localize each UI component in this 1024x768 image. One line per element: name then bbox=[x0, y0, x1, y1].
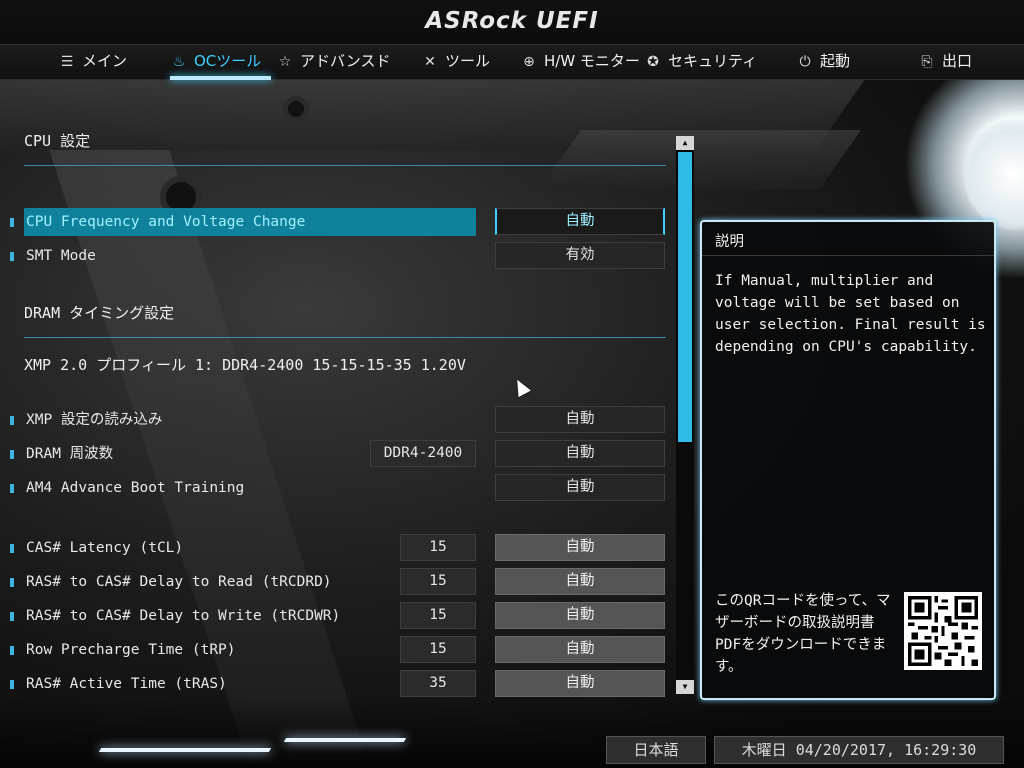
setting-row-xmp-load[interactable]: XMP 設定の読み込み 自動 bbox=[10, 406, 670, 434]
description-title: 説明 bbox=[702, 222, 994, 256]
setting-value-dropdown[interactable]: 有効 bbox=[495, 242, 665, 269]
section-title-cpu: CPU 設定 bbox=[24, 132, 91, 150]
scroll-down-icon[interactable]: ▼ bbox=[676, 680, 694, 694]
setting-value-dropdown[interactable]: 自動 bbox=[495, 602, 665, 629]
current-value: DDR4-2400 bbox=[370, 440, 476, 467]
bullet-icon bbox=[10, 450, 14, 459]
datetime-display: 木曜日 04/20/2017, 16:29:30 bbox=[714, 736, 1004, 764]
divider bbox=[24, 337, 666, 338]
section-title-dram: DRAM タイミング設定 bbox=[24, 304, 175, 322]
tools-icon: ✕ bbox=[424, 54, 436, 70]
exit-door-icon: ⎘ bbox=[921, 54, 933, 70]
bullet-icon bbox=[10, 646, 14, 655]
setting-label: RAS# to CAS# Delay to Write (tRCDWR) bbox=[26, 608, 341, 624]
setting-label: DRAM 周波数 bbox=[26, 446, 114, 462]
setting-row-tcl[interactable]: CAS# Latency (tCL) 15 自動 bbox=[10, 534, 670, 562]
setting-row-am4-boot-training[interactable]: AM4 Advance Boot Training 自動 bbox=[10, 474, 670, 502]
tab-main[interactable]: ☰ メイン bbox=[58, 45, 127, 80]
power-icon: ⏻ bbox=[799, 54, 811, 70]
setting-row-cpu-frequency[interactable]: CPU Frequency and Voltage Change 自動 bbox=[10, 208, 670, 236]
settings-panel: CPU 設定 CPU Frequency and Voltage Change … bbox=[0, 80, 690, 700]
value-input[interactable]: 15 bbox=[400, 602, 476, 629]
setting-label: RAS# Active Time (tRAS) bbox=[26, 676, 227, 692]
qr-caption: このQRコードを使って、マザーボードの取扱説明書PDFをダウンロードできます。 bbox=[715, 593, 891, 675]
tab-advanced[interactable]: ☆ アドバンスド bbox=[276, 45, 391, 80]
bullet-icon bbox=[10, 578, 14, 587]
setting-row-trp[interactable]: Row Precharge Time (tRP) 15 自動 bbox=[10, 636, 670, 664]
tab-hw-monitor[interactable]: ⊕ H/W モニター bbox=[520, 45, 640, 80]
tab-exit[interactable]: ⎘ 出口 bbox=[918, 45, 972, 80]
setting-value-dropdown[interactable]: 自動 bbox=[495, 208, 665, 235]
setting-value-dropdown[interactable]: 自動 bbox=[495, 636, 665, 663]
divider bbox=[24, 165, 666, 166]
setting-row-smt-mode[interactable]: SMT Mode 有効 bbox=[10, 242, 670, 270]
qr-code-icon bbox=[904, 592, 982, 670]
bullet-icon bbox=[10, 680, 14, 689]
main-nav: ☰ メイン ♨ OCツール ☆ アドバンスド ✕ ツール ⊕ H/W モニター ✪ セキュリ… bbox=[0, 44, 1024, 80]
description-text: If Manual, multiplier and voltage will b… bbox=[715, 273, 986, 355]
scroll-up-icon[interactable]: ▲ bbox=[676, 136, 694, 150]
setting-label: CAS# Latency (tCL) bbox=[26, 540, 184, 556]
setting-row-tras[interactable]: RAS# Active Time (tRAS) 35 自動 bbox=[10, 670, 670, 698]
language-selector[interactable]: 日本語 bbox=[606, 736, 706, 764]
setting-label: CPU Frequency and Voltage Change bbox=[26, 214, 306, 230]
setting-row-trcdrd[interactable]: RAS# to CAS# Delay to Read (tRCDRD) 15 自… bbox=[10, 568, 670, 596]
value-input[interactable]: 35 bbox=[400, 670, 476, 697]
setting-label: Row Precharge Time (tRP) bbox=[26, 642, 236, 658]
bullet-icon bbox=[10, 484, 14, 493]
setting-label: XMP 設定の読み込み bbox=[26, 412, 163, 428]
list-icon: ☰ bbox=[60, 54, 74, 70]
shield-icon: ✪ bbox=[647, 54, 659, 70]
setting-label: RAS# to CAS# Delay to Read (tRCDRD) bbox=[26, 574, 332, 590]
value-input[interactable]: 15 bbox=[400, 568, 476, 595]
bullet-icon bbox=[10, 416, 14, 425]
bullet-icon bbox=[10, 612, 14, 621]
setting-label: SMT Mode bbox=[26, 248, 96, 264]
setting-value-dropdown[interactable]: 自動 bbox=[495, 406, 665, 433]
xmp-profile-info: XMP 2.0 プロフィール 1: DDR4-2400 15-15-15-35 … bbox=[24, 356, 466, 374]
flame-icon: ♨ bbox=[172, 54, 186, 70]
setting-value-dropdown[interactable]: 自動 bbox=[495, 534, 665, 561]
tab-tools[interactable]: ✕ ツール bbox=[421, 45, 490, 80]
header: ASRock UEFI bbox=[0, 0, 1024, 44]
value-input[interactable]: 15 bbox=[400, 534, 476, 561]
setting-label: AM4 Advance Boot Training bbox=[26, 480, 245, 496]
description-panel: 説明 If Manual, multiplier and voltage wil… bbox=[700, 220, 996, 700]
bullet-icon bbox=[10, 252, 14, 261]
bullet-icon bbox=[10, 544, 14, 553]
scrollbar[interactable]: ▲ ▼ bbox=[676, 136, 694, 694]
bullet-icon bbox=[10, 218, 14, 227]
scrollbar-thumb[interactable] bbox=[678, 152, 692, 442]
setting-value-dropdown[interactable]: 自動 bbox=[495, 670, 665, 697]
setting-value-dropdown[interactable]: 自動 bbox=[495, 568, 665, 595]
brand-logo: ASRock UEFI bbox=[425, 8, 599, 34]
tab-security[interactable]: ✪ セキュリティ bbox=[644, 45, 757, 80]
setting-value-dropdown[interactable]: 自動 bbox=[495, 440, 665, 467]
value-input[interactable]: 15 bbox=[400, 636, 476, 663]
star-icon: ☆ bbox=[278, 54, 292, 70]
setting-row-dram-frequency[interactable]: DRAM 周波数 DDR4-2400 自動 bbox=[10, 440, 670, 468]
tab-boot[interactable]: ⏻ 起動 bbox=[796, 45, 850, 80]
setting-row-trcdwr[interactable]: RAS# to CAS# Delay to Write (tRCDWR) 15 … bbox=[10, 602, 670, 630]
setting-value-dropdown[interactable]: 自動 bbox=[495, 474, 665, 501]
tab-oc-tools[interactable]: ♨ OCツール bbox=[170, 45, 272, 80]
monitor-icon: ⊕ bbox=[523, 54, 535, 70]
